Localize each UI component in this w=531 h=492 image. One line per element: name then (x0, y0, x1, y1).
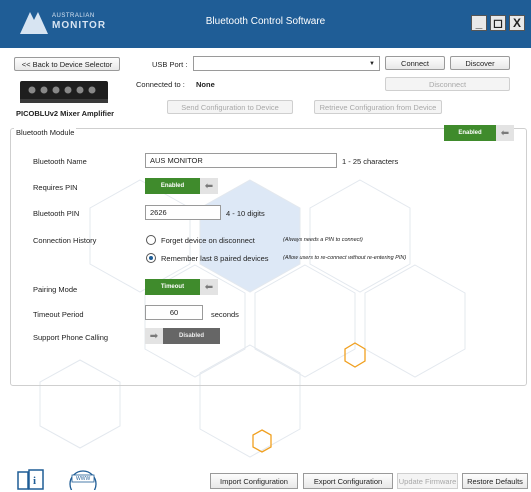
bluetooth-module-title: Bluetooth Module (14, 128, 77, 137)
send-configuration-button[interactable]: Send Configuration to Device (167, 100, 293, 114)
usb-port-select[interactable]: ▼ (193, 56, 380, 71)
connected-to-label: Connected to : (136, 80, 185, 89)
bluetooth-pin-input[interactable]: 2626 (145, 205, 221, 220)
pairing-mode-value: Timeout (145, 279, 200, 295)
connection-history-label: Connection History (33, 236, 97, 245)
remember-devices-label: Remember last 8 paired devices (161, 254, 269, 263)
usb-port-label: USB Port : (152, 60, 188, 69)
timeout-period-input[interactable]: 60 (145, 305, 203, 320)
bluetooth-pin-hint: 4 - 10 digits (226, 209, 265, 218)
close-button[interactable]: X (509, 15, 525, 31)
support-phone-calling-toggle[interactable]: ➡ Disabled (145, 328, 220, 344)
mixer-amplifier-image (20, 81, 108, 103)
device-name: PICOBLUv2 Mixer Amplifier (16, 109, 115, 118)
connect-button[interactable]: Connect (385, 56, 445, 70)
connected-to-value: None (196, 80, 215, 89)
back-to-device-selector-button[interactable]: << Back to Device Selector (14, 57, 120, 71)
update-firmware-button[interactable]: Update Firmware (397, 473, 458, 489)
bluetooth-name-label: Bluetooth Name (33, 157, 87, 166)
minimize-button[interactable]: _ (471, 15, 487, 31)
timeout-period-label: Timeout Period (33, 310, 84, 319)
arrow-left-icon: ⬅ (200, 279, 218, 295)
pairing-mode-label: Pairing Mode (33, 285, 78, 294)
timeout-period-unit: seconds (211, 310, 239, 319)
bluetooth-name-hint: 1 - 25 characters (342, 157, 399, 166)
bluetooth-pin-label: Bluetooth PIN (33, 209, 80, 218)
title-bar: AUSTRALIAN MONITOR Bluetooth Control Sof… (0, 0, 531, 48)
remember-devices-radio[interactable] (146, 253, 156, 263)
discover-button[interactable]: Discover (450, 56, 510, 70)
chevron-down-icon: ▼ (369, 60, 375, 67)
arrow-right-icon: ➡ (145, 328, 163, 344)
website-icon[interactable]: WWW (68, 470, 98, 492)
svg-text:i: i (33, 475, 36, 487)
support-phone-calling-status: Disabled (163, 328, 220, 344)
requires-pin-label: Requires PIN (33, 183, 78, 192)
requires-pin-status: Enabled (145, 178, 200, 194)
retrieve-configuration-button[interactable]: Retrieve Configuration from Device (314, 100, 442, 114)
bluetooth-module-toggle[interactable]: Enabled ⬅ (444, 125, 514, 141)
maximize-button[interactable]: ◻ (490, 15, 506, 31)
remember-devices-note: (Allow users to re-connect without re-en… (283, 255, 407, 261)
disconnect-button[interactable]: Disconnect (385, 77, 510, 91)
export-configuration-button[interactable]: Export Configuration (303, 473, 393, 489)
bluetooth-name-input[interactable]: AUS MONITOR (145, 153, 337, 168)
import-configuration-button[interactable]: Import Configuration (210, 473, 298, 489)
arrow-left-icon: ⬅ (496, 125, 514, 141)
manual-icon[interactable]: i (17, 469, 45, 490)
www-label: WWW (76, 476, 91, 482)
forget-device-radio[interactable] (146, 235, 156, 245)
app-title: Bluetooth Control Software (205, 16, 326, 27)
support-phone-calling-label: Support Phone Calling (33, 333, 109, 342)
forget-device-note: (Always needs a PIN to connect) (283, 237, 363, 243)
arrow-left-icon: ⬅ (200, 178, 218, 194)
requires-pin-toggle[interactable]: Enabled ⬅ (145, 178, 218, 194)
bluetooth-module-status: Enabled (444, 125, 496, 141)
forget-device-label: Forget device on disconnect (161, 236, 255, 245)
restore-defaults-button[interactable]: Restore Defaults (462, 473, 528, 489)
pairing-mode-toggle[interactable]: Timeout ⬅ (145, 279, 218, 295)
